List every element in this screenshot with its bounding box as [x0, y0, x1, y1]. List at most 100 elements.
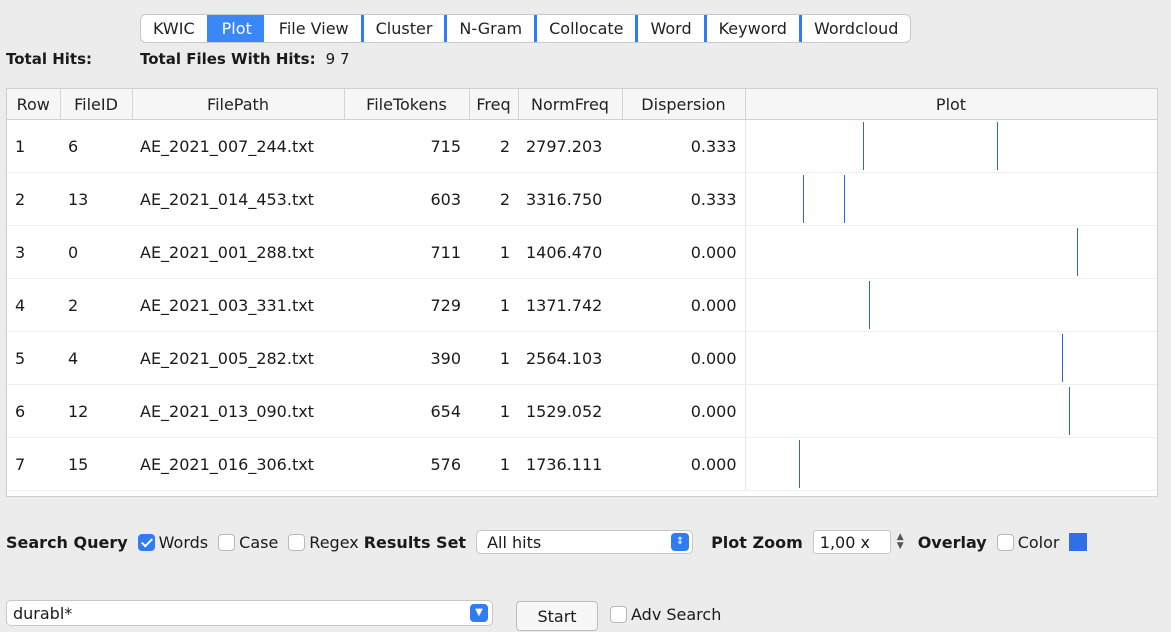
cell-filepath: AE_2021_016_306.txt [132, 437, 344, 491]
cell-fileid: 0 [60, 225, 132, 279]
results-set-value: All hits [487, 532, 542, 552]
cell-plot [744, 331, 1157, 385]
tab-word[interactable]: Word [635, 15, 703, 42]
tab-file-view[interactable]: File View [264, 15, 361, 42]
table-row[interactable]: 2 13 AE_2021_014_453.txt 603 2 3316.750 0.333 [7, 172, 1157, 226]
cell-row: 7 [7, 437, 60, 491]
cell-plot [744, 225, 1157, 279]
hit-marker [844, 175, 846, 223]
table-row[interactable]: 6 12 AE_2021_013_090.txt 654 1 1529.052 0.000 [7, 384, 1157, 438]
cell-normfreq: 1529.052 [518, 384, 622, 438]
cell-filetokens: 603 [344, 172, 469, 226]
cell-normfreq: 2564.103 [518, 331, 622, 385]
cell-row: 4 [7, 278, 60, 332]
adv-search-label: Adv Search [631, 605, 722, 624]
cell-row: 1 [7, 119, 60, 173]
search-query-label: Search Query [6, 532, 128, 552]
table-row[interactable]: 3 0 AE_2021_001_288.txt 711 1 1406.470 0.000 [7, 225, 1157, 279]
tab-n-gram[interactable]: N-Gram [444, 15, 534, 42]
cell-filetokens: 715 [344, 119, 469, 173]
chevron-down-icon[interactable]: ▼ [897, 542, 904, 551]
cell-fileid: 4 [60, 331, 132, 385]
case-label: Case [239, 532, 279, 552]
col-header-filetokens[interactable]: FileTokens [344, 89, 470, 120]
cell-filepath: AE_2021_014_453.txt [132, 172, 344, 226]
table-row[interactable]: 1 6 AE_2021_007_244.txt 715 2 2797.203 0.333 [7, 119, 1157, 173]
overlay-label: Overlay [917, 532, 987, 552]
col-header-filepath[interactable]: FilePath [132, 89, 345, 120]
total-hits-value: 9 [325, 50, 336, 68]
tab-keyword[interactable]: Keyword [703, 15, 799, 42]
tab-wordcloud[interactable]: Wordcloud [798, 15, 910, 42]
search-controls: Search Query Words Case Regex Results Se… [6, 528, 1171, 556]
hit-marker [803, 175, 805, 223]
cell-filepath: AE_2021_003_331.txt [132, 278, 344, 332]
chevron-updown-icon: ⇕ [671, 533, 690, 551]
total-files-label: Total Files With Hits: [140, 50, 316, 68]
cell-filepath: AE_2021_005_282.txt [132, 331, 344, 385]
tab-plot[interactable]: Plot [206, 15, 264, 42]
cell-filetokens: 729 [344, 278, 469, 332]
cell-filepath: AE_2021_007_244.txt [132, 119, 344, 173]
hit-marker [868, 281, 870, 329]
col-header-dispersion[interactable]: Dispersion [622, 89, 746, 120]
cell-filetokens: 654 [344, 384, 469, 438]
cell-freq: 1 [469, 278, 518, 332]
plot-zoom-input[interactable]: 1,00 x [812, 530, 891, 554]
tab-collocate[interactable]: Collocate [534, 15, 635, 42]
plot-zoom-stepper[interactable]: ▲ ▼ [897, 533, 904, 551]
cell-normfreq: 1406.470 [518, 225, 622, 279]
cell-freq: 2 [469, 172, 518, 226]
cell-fileid: 13 [60, 172, 132, 226]
col-header-freq[interactable]: Freq [469, 89, 519, 120]
search-query-input[interactable]: durabl* ▼ [6, 600, 493, 626]
plot-zoom-label: Plot Zoom [711, 532, 803, 552]
hit-marker [1068, 387, 1070, 435]
cell-dispersion: 0.333 [622, 119, 745, 173]
cell-fileid: 12 [60, 384, 132, 438]
results-set-select[interactable]: All hits ⇕ [476, 530, 694, 554]
col-header-normfreq[interactable]: NormFreq [518, 89, 623, 120]
cell-normfreq: 1736.111 [518, 437, 622, 491]
cell-normfreq: 2797.203 [518, 119, 622, 173]
table-row[interactable]: 4 2 AE_2021_003_331.txt 729 1 1371.742 0.000 [7, 278, 1157, 332]
hit-marker [862, 122, 864, 170]
cell-normfreq: 1371.742 [518, 278, 622, 332]
plot-zoom-value: 1,00 x [819, 532, 870, 552]
table-row[interactable]: 5 4 AE_2021_005_282.txt 390 1 2564.103 0.000 [7, 331, 1157, 385]
totals-bar: Total Hits: Total Files With Hits: 9 7 [6, 50, 349, 68]
tab-cluster[interactable]: Cluster [360, 15, 445, 42]
hit-marker [1076, 228, 1078, 276]
adv-search-checkbox[interactable] [610, 606, 627, 623]
cell-plot [744, 437, 1157, 491]
regex-checkbox[interactable] [288, 533, 306, 551]
color-label: Color [1017, 532, 1060, 552]
words-checkbox[interactable] [137, 533, 155, 551]
cell-plot [744, 278, 1157, 332]
start-button[interactable]: Start [516, 601, 598, 631]
cell-normfreq: 3316.750 [518, 172, 622, 226]
color-checkbox[interactable] [996, 533, 1014, 551]
col-header-fileid[interactable]: FileID [60, 89, 133, 120]
cell-row: 6 [7, 384, 60, 438]
results-table: Row FileID FilePath FileTokens Freq Norm… [6, 88, 1158, 497]
tab-kwic[interactable]: KWIC [141, 15, 207, 42]
cell-fileid: 15 [60, 437, 132, 491]
table-header-row: Row FileID FilePath FileTokens Freq Norm… [7, 89, 1157, 120]
cell-filetokens: 576 [344, 437, 469, 491]
col-header-plot[interactable]: Plot [745, 89, 1157, 120]
cell-row: 2 [7, 172, 60, 226]
case-checkbox[interactable] [218, 533, 236, 551]
hit-marker [1062, 334, 1064, 382]
col-header-row[interactable]: Row [7, 89, 61, 120]
cell-row: 5 [7, 331, 60, 385]
color-swatch[interactable] [1069, 533, 1088, 551]
total-hits-label: Total Hits: [6, 50, 92, 68]
hit-marker [996, 122, 998, 170]
chevron-down-icon[interactable]: ▼ [470, 604, 488, 622]
search-query-value: durabl* [13, 603, 73, 623]
regex-label: Regex [309, 532, 359, 552]
cell-row: 3 [7, 225, 60, 279]
table-row[interactable]: 7 15 AE_2021_016_306.txt 576 1 1736.111 0.000 [7, 437, 1157, 491]
cell-dispersion: 0.000 [622, 278, 745, 332]
